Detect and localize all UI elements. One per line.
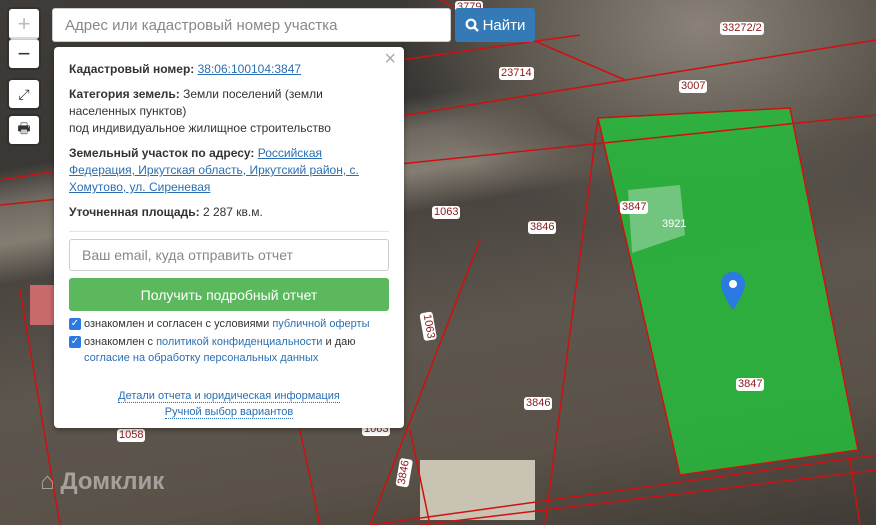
- house-logo-icon: ⌂: [40, 468, 55, 495]
- zoom-out-button[interactable]: −: [9, 39, 39, 68]
- consent-text: и даю: [322, 336, 356, 348]
- parcel-address: Земельный участок по адресу: Российская …: [69, 145, 389, 196]
- personal-data-link[interactable]: согласие на обработку персональных данны…: [84, 352, 318, 364]
- privacy-link[interactable]: политикой конфиденциальности: [156, 336, 322, 348]
- watermark-text: Домклик: [60, 468, 165, 495]
- cadastral-link[interactable]: 38:06:100104:3847: [198, 62, 301, 76]
- fullscreen-button[interactable]: ⤢: [9, 80, 39, 108]
- get-report-button[interactable]: Получить подробный отчет: [69, 278, 389, 311]
- parcel-label: 3847: [620, 201, 649, 214]
- area-label: Уточненная площадь:: [69, 205, 200, 219]
- parcel-info-popup: × Кадастровый номер: 38:06:100104:3847 К…: [54, 47, 404, 428]
- parcel-area: Уточненная площадь: 2 287 кв.м.: [69, 204, 389, 221]
- building: [420, 460, 535, 520]
- parcel-label: 3846: [524, 397, 553, 410]
- manual-selection-link[interactable]: Ручной выбор вариантов: [164, 406, 294, 419]
- address-label: Земельный участок по адресу:: [69, 146, 255, 160]
- parcel-label: 1058: [117, 429, 146, 442]
- building-roof: [30, 285, 55, 325]
- parcel-label: 1063: [432, 206, 461, 219]
- details-link[interactable]: Детали отчета и юридическая информация: [118, 390, 340, 403]
- domclick-watermark: ⌂ Домклик: [40, 468, 164, 496]
- consent-text: ознакомлен и согласен с условиями: [84, 318, 273, 330]
- category-label: Категория земель:: [69, 87, 180, 101]
- parcel-label: 3846: [528, 221, 557, 234]
- parcel-label: 3847: [736, 378, 765, 391]
- popup-footer-links: Детали отчета и юридическая информация Ру…: [69, 388, 389, 420]
- consent-offer: ✓ ознакомлен и согласен с условиями публи…: [69, 316, 389, 332]
- divider: [69, 231, 389, 232]
- search-button-label: Найти: [482, 16, 526, 34]
- search-input[interactable]: [52, 8, 451, 42]
- parcel-label: 23714: [499, 67, 534, 80]
- consent-text: ознакомлен с: [84, 336, 157, 348]
- zoom-in-button[interactable]: +: [9, 9, 39, 39]
- location-pin-icon[interactable]: [721, 272, 745, 310]
- checkbox-privacy[interactable]: ✓: [69, 336, 81, 348]
- land-category: Категория земель: Земли поселений (земли…: [69, 86, 389, 137]
- parcel-label: 3921: [662, 218, 687, 230]
- cadastral-label: Кадастровый номер:: [69, 62, 195, 76]
- cadastral-number: Кадастровый номер: 38:06:100104:3847: [69, 61, 389, 78]
- category-use: под индивидуальное жилищное строительств…: [69, 121, 331, 135]
- email-input[interactable]: [69, 239, 389, 271]
- search-button[interactable]: Найти: [455, 8, 535, 42]
- consent-privacy: ✓ ознакомлен с политикой конфиденциальнос…: [69, 334, 389, 366]
- parcel-label: 3007: [679, 80, 708, 93]
- parcel-label: 33272/2: [720, 22, 764, 35]
- offer-link[interactable]: публичной оферты: [272, 318, 369, 330]
- expand-icon: ⤢: [18, 85, 30, 102]
- close-icon[interactable]: ×: [384, 49, 396, 69]
- print-button[interactable]: 🖶: [9, 116, 39, 144]
- checkbox-offer[interactable]: ✓: [69, 318, 81, 330]
- area-value: 2 287 кв.м.: [202, 205, 263, 219]
- search-icon: [465, 18, 479, 32]
- print-icon: 🖶: [17, 120, 31, 136]
